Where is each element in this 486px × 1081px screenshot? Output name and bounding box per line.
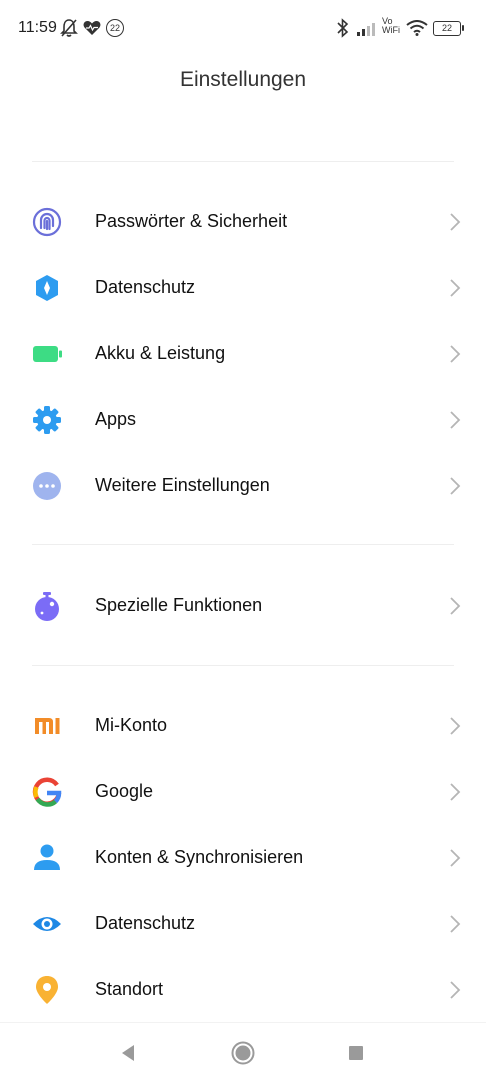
signal-icon bbox=[357, 23, 375, 36]
fingerprint-icon bbox=[32, 207, 62, 237]
battery-icon bbox=[33, 346, 62, 362]
group-divider bbox=[32, 161, 454, 162]
status-bar: 11:59 22 Vo WiFi 22 bbox=[0, 0, 486, 58]
wifi-icon bbox=[406, 20, 428, 36]
settings-item-label: Konten & Synchronisieren bbox=[95, 847, 304, 867]
eye-icon bbox=[33, 917, 61, 931]
more-dots-icon bbox=[33, 472, 61, 500]
settings-item-label: Spezielle Funktionen bbox=[95, 595, 263, 615]
settings-item-passwords-security[interactable]: Passwörter & Sicherheit bbox=[0, 189, 486, 255]
notification-count-icon: 22 bbox=[106, 19, 124, 37]
account-icon bbox=[34, 844, 60, 870]
chevron-right-icon bbox=[450, 411, 461, 429]
chevron-right-icon bbox=[450, 279, 461, 297]
bell-muted-icon bbox=[60, 19, 78, 37]
chevron-right-icon bbox=[450, 477, 461, 495]
location-pin-icon bbox=[36, 976, 58, 1004]
vowifi-bottom-label: WiFi bbox=[382, 25, 400, 35]
settings-item-apps[interactable]: Apps bbox=[0, 387, 486, 453]
chevron-right-icon bbox=[450, 345, 461, 363]
settings-item-location[interactable]: Standort bbox=[0, 957, 486, 1023]
settings-item-label: Standort bbox=[95, 979, 164, 999]
settings-item-label: Passwörter & Sicherheit bbox=[95, 211, 288, 231]
gear-icon bbox=[33, 406, 61, 434]
settings-item-mi-account[interactable]: Mi-Konto bbox=[0, 693, 486, 759]
settings-item-label: Mi-Konto bbox=[95, 715, 168, 735]
settings-item-label: Datenschutz bbox=[95, 913, 196, 933]
settings-item-label: Apps bbox=[95, 409, 137, 429]
chevron-right-icon bbox=[450, 849, 461, 867]
settings-item-label: Datenschutz bbox=[95, 277, 196, 297]
battery-status-icon: 22 bbox=[433, 21, 461, 36]
navigation-bar bbox=[0, 1022, 486, 1081]
battery-tip bbox=[462, 25, 464, 31]
chevron-right-icon bbox=[450, 717, 461, 735]
home-icon[interactable] bbox=[229, 1039, 257, 1067]
google-logo-icon bbox=[32, 777, 62, 807]
bluetooth-icon bbox=[337, 18, 349, 38]
status-time: 11:59 bbox=[18, 19, 57, 36]
settings-item-privacy[interactable]: Datenschutz bbox=[0, 255, 486, 321]
chevron-right-icon bbox=[450, 915, 461, 933]
privacy-shield-icon bbox=[36, 275, 58, 301]
back-icon[interactable] bbox=[114, 1039, 142, 1067]
page-title: Einstellungen bbox=[179, 68, 307, 91]
notification-count: 22 bbox=[109, 23, 120, 33]
settings-item-additional-settings[interactable]: Weitere Einstellungen bbox=[0, 453, 486, 519]
heart-icon bbox=[83, 21, 101, 35]
settings-item-special-features[interactable]: Spezielle Funktionen bbox=[0, 573, 486, 639]
vowifi-icon: Vo WiFi bbox=[382, 17, 406, 35]
settings-item-privacy-eye[interactable]: Datenschutz bbox=[0, 891, 486, 957]
settings-item-label: Google bbox=[95, 781, 154, 801]
battery-level: 22 bbox=[441, 23, 452, 33]
recents-icon[interactable] bbox=[342, 1039, 370, 1067]
settings-item-label: Weitere Einstellungen bbox=[95, 475, 270, 495]
group-divider bbox=[32, 544, 454, 545]
group-divider bbox=[32, 665, 454, 666]
special-features-icon bbox=[35, 592, 59, 621]
settings-item-label: Akku & Leistung bbox=[95, 343, 226, 363]
mi-logo-icon bbox=[35, 718, 60, 734]
chevron-right-icon bbox=[450, 981, 461, 999]
chevron-right-icon bbox=[450, 783, 461, 801]
chevron-right-icon bbox=[450, 597, 461, 615]
chevron-right-icon bbox=[450, 213, 461, 231]
settings-item-accounts-sync[interactable]: Konten & Synchronisieren bbox=[0, 825, 486, 891]
settings-item-battery-performance[interactable]: Akku & Leistung bbox=[0, 321, 486, 387]
settings-item-google[interactable]: Google bbox=[0, 759, 486, 825]
